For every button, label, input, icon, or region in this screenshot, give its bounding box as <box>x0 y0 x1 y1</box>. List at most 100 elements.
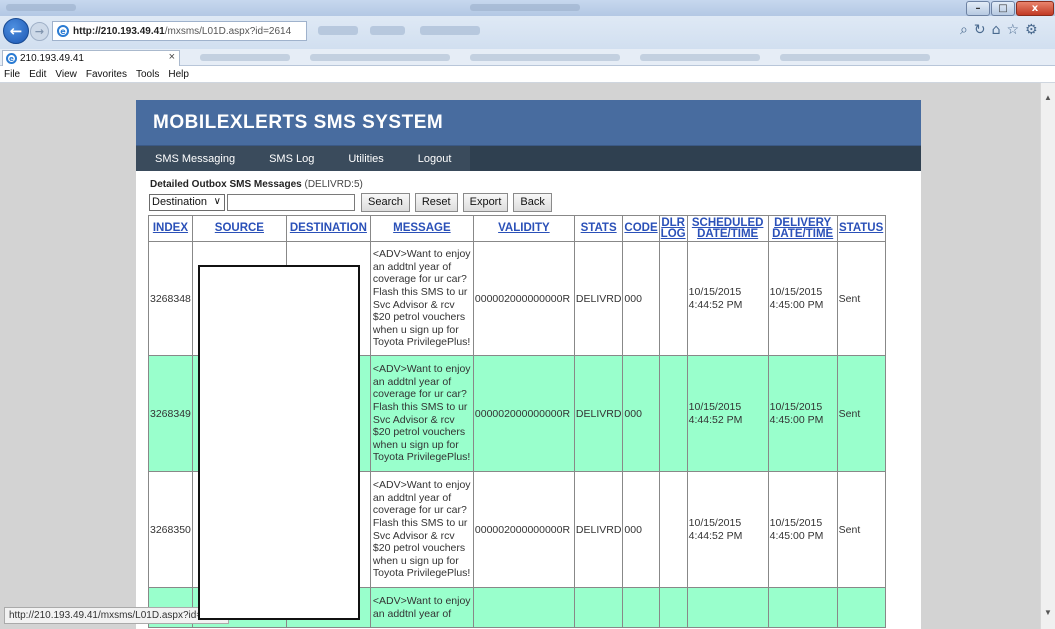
message-line: Toyota PrivilegePlus! <box>372 451 471 464</box>
menu-bar: File Edit View Favorites Tools Help <box>0 66 1055 83</box>
menu-help[interactable]: Help <box>168 69 189 80</box>
blurred-toolbar <box>370 26 405 35</box>
cell-validity: 000002000000000R <box>472 471 575 588</box>
minimize-button[interactable]: – <box>966 1 990 16</box>
delivery-time: 4:45:00 PM <box>769 529 824 542</box>
back-button[interactable]: Back <box>513 192 552 212</box>
col-validity[interactable]: VALIDITY <box>472 215 575 242</box>
forward-arrow-icon[interactable]: → <box>30 22 49 41</box>
col-code[interactable]: CODE <box>622 215 660 242</box>
col-source[interactable]: SOURCE <box>191 215 287 242</box>
cell-index: 3268350 <box>148 471 193 588</box>
app-nav: SMS Messaging SMS Log Utilities Logout <box>136 146 921 171</box>
message-line: $20 petrol vouchers <box>372 542 466 555</box>
cell-stats: DELIVRD <box>573 241 624 356</box>
cell-scheduled <box>686 587 769 628</box>
cell-message: <ADV>Want to enjoy an addtnl year of <box>369 587 474 628</box>
reset-button[interactable]: Reset <box>414 192 458 212</box>
menu-tools[interactable]: Tools <box>136 69 159 80</box>
message-line: <ADV>Want to enjoy <box>372 594 471 607</box>
col-status[interactable]: STATUS <box>836 215 886 242</box>
export-button[interactable]: Export <box>462 192 509 212</box>
menu-favorites[interactable]: Favorites <box>86 69 127 80</box>
col-message[interactable]: MESSAGE <box>369 215 474 242</box>
status-bar-url: http://210.193.49.41/mxsms/L01D.aspx?id=… <box>4 607 230 624</box>
message-line: when u sign up for <box>372 438 459 451</box>
vertical-scrollbar[interactable]: ▲ ▼ <box>1040 83 1055 629</box>
blurred-ribbon <box>470 54 620 61</box>
message-line: an addtnl year of <box>372 491 452 504</box>
col-delivery[interactable]: DELIVERY DATE/TIME <box>767 215 838 242</box>
browser-tab-row: e 210.193.49.41 × <box>0 49 1055 66</box>
col-stats[interactable]: STATS <box>573 215 624 242</box>
col-scheduled[interactable]: SCHEDULED DATE/TIME <box>686 215 769 242</box>
nav-utilities[interactable]: Utilities <box>331 153 400 165</box>
cell-index: 3268349 <box>148 355 193 472</box>
maximize-button[interactable]: □ <box>991 1 1015 16</box>
cell-status: Sent <box>836 241 886 356</box>
cell-code: 000 <box>622 471 660 588</box>
search-field-value: Destination <box>152 196 208 208</box>
message-line: Flash this SMS to ur <box>372 516 468 529</box>
menu-file[interactable]: File <box>4 69 20 80</box>
ie-logo-icon: e <box>57 25 69 37</box>
delivery-date: 10/15/2015 <box>769 516 823 529</box>
cell-status: Sent <box>836 471 886 588</box>
favorites-star-icon[interactable]: ☆ <box>1006 22 1019 38</box>
cell-code: 000 <box>622 241 660 356</box>
search-field-select[interactable]: Destination ∨ <box>149 193 225 211</box>
browser-tab[interactable]: e 210.193.49.41 × <box>2 50 180 66</box>
tab-title: 210.193.49.41 <box>20 53 84 64</box>
cell-stats: DELIVRD <box>573 471 624 588</box>
message-line: Svc Advisor & rcv <box>372 298 455 311</box>
search-icon[interactable]: ⌕ <box>960 22 968 38</box>
message-line: Toyota PrivilegePlus! <box>372 567 471 580</box>
scheduled-time: 4:44:52 PM <box>688 529 743 542</box>
blurred-ribbon <box>640 54 760 61</box>
cell-scheduled: 10/15/2015 4:44:52 PM <box>686 471 769 588</box>
cell-delivery: 10/15/2015 4:45:00 PM <box>767 355 838 472</box>
browser-address-row: ← → e http://210.193.49.41/mxsms/L01D.as… <box>0 16 1055 49</box>
scroll-up-icon[interactable]: ▲ <box>1044 93 1052 102</box>
col-index[interactable]: INDEX <box>148 215 193 242</box>
menu-edit[interactable]: Edit <box>29 69 46 80</box>
scroll-down-icon[interactable]: ▼ <box>1044 608 1052 617</box>
blurred-ribbon <box>200 54 290 61</box>
search-input[interactable] <box>227 193 355 211</box>
cell-delivery: 10/15/2015 4:45:00 PM <box>767 241 838 356</box>
browser-right-icons: ⌕ ↻ ⌂ ☆ ⚙ <box>960 22 1038 38</box>
menu-view[interactable]: View <box>55 69 77 80</box>
delivery-time: 4:45:00 PM <box>769 413 824 426</box>
scheduled-date: 10/15/2015 <box>688 400 742 413</box>
blurred-toolbar <box>318 26 358 35</box>
refresh-icon[interactable]: ↻ <box>974 22 986 38</box>
col-scheduled-line2: DATE/TIME <box>697 227 759 240</box>
col-delivery-line2: DATE/TIME <box>772 227 834 240</box>
url-path: /mxsms/L01D.aspx?id=2614 <box>164 25 292 37</box>
message-line: coverage for ur car? <box>372 388 467 401</box>
message-line: an addtnl year of <box>372 260 452 273</box>
app-header: MOBILEXLERTS SMS SYSTEM <box>136 100 921 146</box>
nav-sms-messaging[interactable]: SMS Messaging <box>136 153 252 165</box>
delivery-date: 10/15/2015 <box>769 285 823 298</box>
cell-stats: DELIVRD <box>573 355 624 472</box>
close-window-button[interactable]: x <box>1016 1 1054 16</box>
cell-delivery: 10/15/2015 4:45:00 PM <box>767 471 838 588</box>
nav-logout[interactable]: Logout <box>401 153 469 165</box>
col-destination[interactable]: DESTINATION <box>285 215 371 242</box>
message-line: coverage for ur car? <box>372 504 467 517</box>
ie-logo-icon: e <box>6 53 17 64</box>
col-dlr-log[interactable]: DLR LOG <box>658 215 688 242</box>
address-bar[interactable]: e http://210.193.49.41/mxsms/L01D.aspx?i… <box>52 21 307 41</box>
scheduled-date: 10/15/2015 <box>688 516 742 529</box>
search-button[interactable]: Search <box>361 192 410 212</box>
tab-close-icon[interactable]: × <box>169 51 175 63</box>
cell-code: 000 <box>622 355 660 472</box>
scheduled-time: 4:44:52 PM <box>688 298 743 311</box>
gear-icon[interactable]: ⚙ <box>1025 22 1038 38</box>
home-icon[interactable]: ⌂ <box>992 22 1001 38</box>
section-heading: Detailed Outbox SMS Messages (DELIVRD:5) <box>150 179 363 190</box>
nav-sms-log[interactable]: SMS Log <box>252 153 331 165</box>
message-line: $20 petrol vouchers <box>372 311 466 324</box>
back-arrow-icon[interactable]: ← <box>3 18 29 44</box>
